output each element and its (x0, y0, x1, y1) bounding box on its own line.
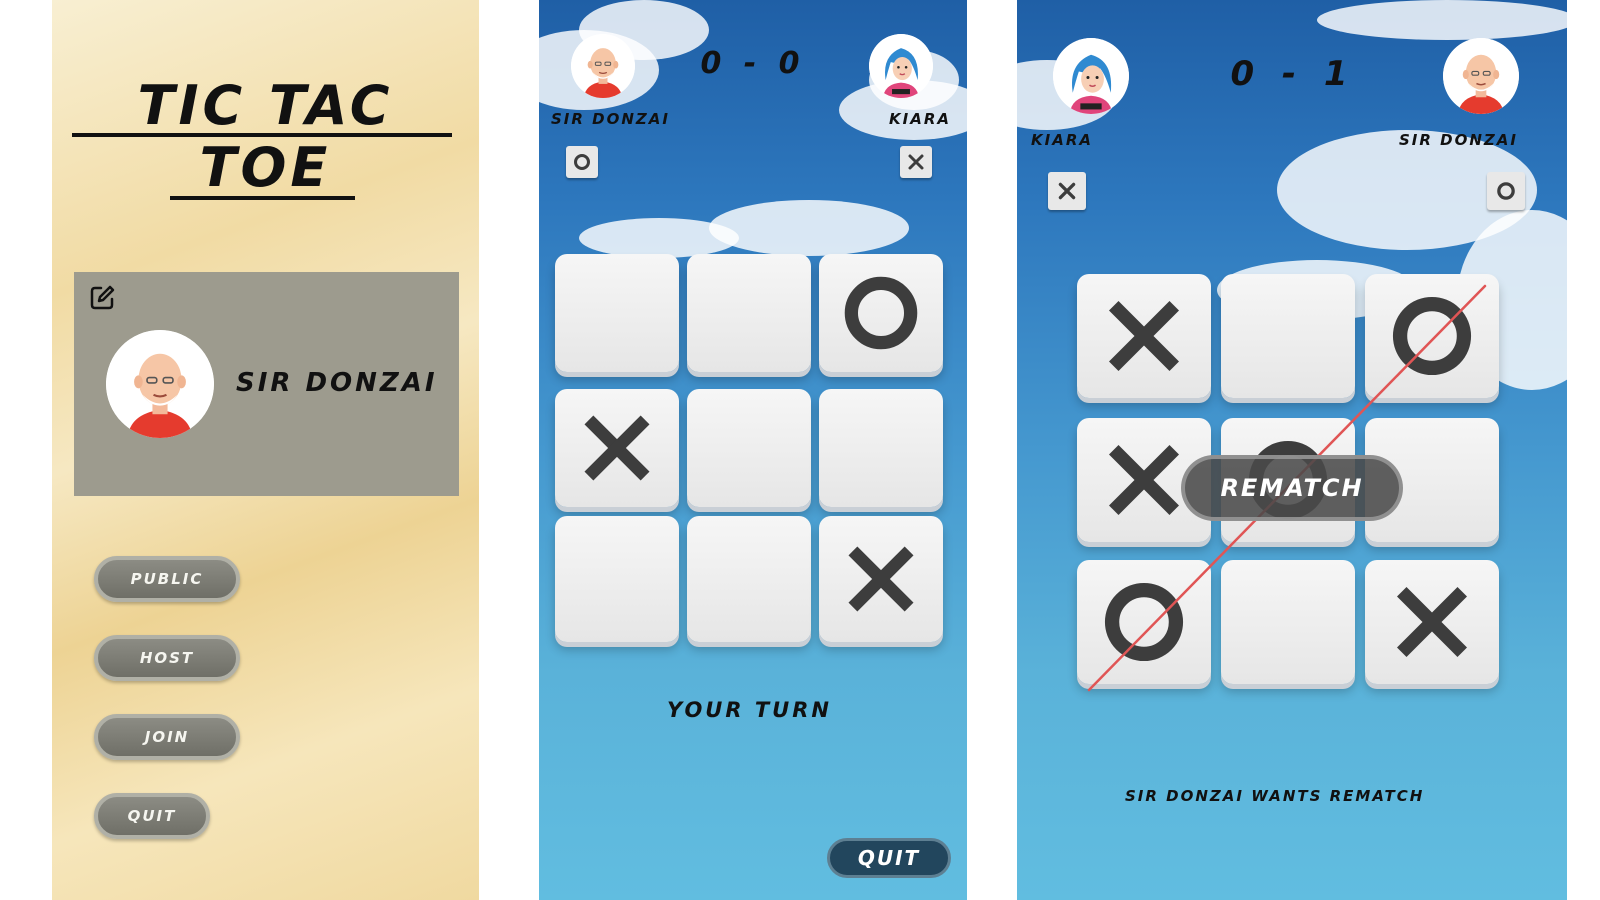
x-mark-icon (908, 154, 924, 170)
board-cell (1221, 274, 1355, 398)
board-cell (1077, 274, 1211, 398)
player-left-mark (566, 146, 598, 178)
player-left-name: KIARA (1031, 131, 1093, 149)
board-cell[interactable] (555, 254, 679, 372)
o-mark-icon (844, 276, 918, 350)
cloud (709, 200, 909, 256)
rematch-message: SIR DONZAI WANTS REMATCH (1125, 787, 1425, 805)
old-man-avatar-icon (571, 34, 635, 98)
board-cell (1077, 560, 1211, 684)
public-button[interactable]: PUBLIC (94, 556, 240, 602)
player-avatar (106, 330, 214, 438)
x-mark-icon (1109, 445, 1179, 515)
main-menu-screen: TIC TAC TOE SIR DONZAI PUBLIC HOST JOIN … (52, 0, 479, 900)
rematch-label: REMATCH (1220, 474, 1364, 502)
player-left-name: SIR DONZAI (551, 110, 670, 128)
game-title-line-1: TIC TAC (137, 74, 394, 137)
board-cell[interactable] (555, 389, 679, 507)
player-right-mark (900, 146, 932, 178)
score: 0 - 1 (1230, 54, 1356, 94)
rematch-button[interactable]: REMATCH (1181, 455, 1403, 521)
host-button[interactable]: HOST (94, 635, 240, 681)
board-cell[interactable] (687, 254, 811, 372)
board-cell[interactable] (819, 254, 943, 372)
game-screen: 0 - 0 SIR DONZAI KIARA YOUR TURN QUIT (539, 0, 967, 900)
board-cell[interactable] (555, 516, 679, 642)
board-cell (1365, 560, 1499, 684)
board-cell (1365, 274, 1499, 398)
x-mark-icon (1397, 587, 1467, 657)
player-right-name: KIARA (889, 110, 951, 128)
score: 0 - 0 (700, 46, 806, 81)
x-mark-icon (1109, 301, 1179, 371)
player-left-mark (1048, 172, 1086, 210)
board-cell[interactable] (819, 389, 943, 507)
o-mark-icon (1104, 582, 1184, 662)
board-cell[interactable] (687, 389, 811, 507)
player-right-name: SIR DONZAI (1399, 131, 1518, 149)
old-man-avatar-icon (106, 330, 214, 438)
girl-avatar-icon (1053, 38, 1129, 114)
join-button[interactable]: JOIN (94, 714, 240, 760)
edit-icon[interactable] (88, 284, 116, 312)
player-left-avatar (1053, 38, 1129, 114)
player-name: SIR DONZAI (236, 368, 438, 398)
o-mark-icon (1497, 182, 1515, 200)
girl-avatar-icon (869, 34, 933, 98)
old-man-avatar-icon (1443, 38, 1519, 114)
board-cell (1221, 560, 1355, 684)
cloud (1317, 0, 1567, 40)
player-right-mark (1487, 172, 1525, 210)
quit-button[interactable]: QUIT (94, 793, 210, 839)
result-screen: 0 - 1 KIARA SIR DONZAI REMATCH SIR DONZA… (1017, 0, 1567, 900)
player-right-avatar (1443, 38, 1519, 114)
turn-status: YOUR TURN (667, 698, 832, 722)
o-mark-icon (1392, 296, 1472, 376)
board-cell[interactable] (687, 516, 811, 642)
board-cell[interactable] (819, 516, 943, 642)
quit-button[interactable]: QUIT (827, 838, 951, 878)
x-mark-icon (1058, 182, 1076, 200)
title-underline-2 (170, 196, 355, 200)
o-mark-icon (574, 154, 590, 170)
profile-card: SIR DONZAI (74, 272, 459, 496)
game-title-line-2: TOE (199, 136, 332, 199)
player-left-avatar (571, 34, 635, 98)
x-mark-icon (584, 415, 650, 481)
player-right-avatar (869, 34, 933, 98)
x-mark-icon (848, 546, 914, 612)
